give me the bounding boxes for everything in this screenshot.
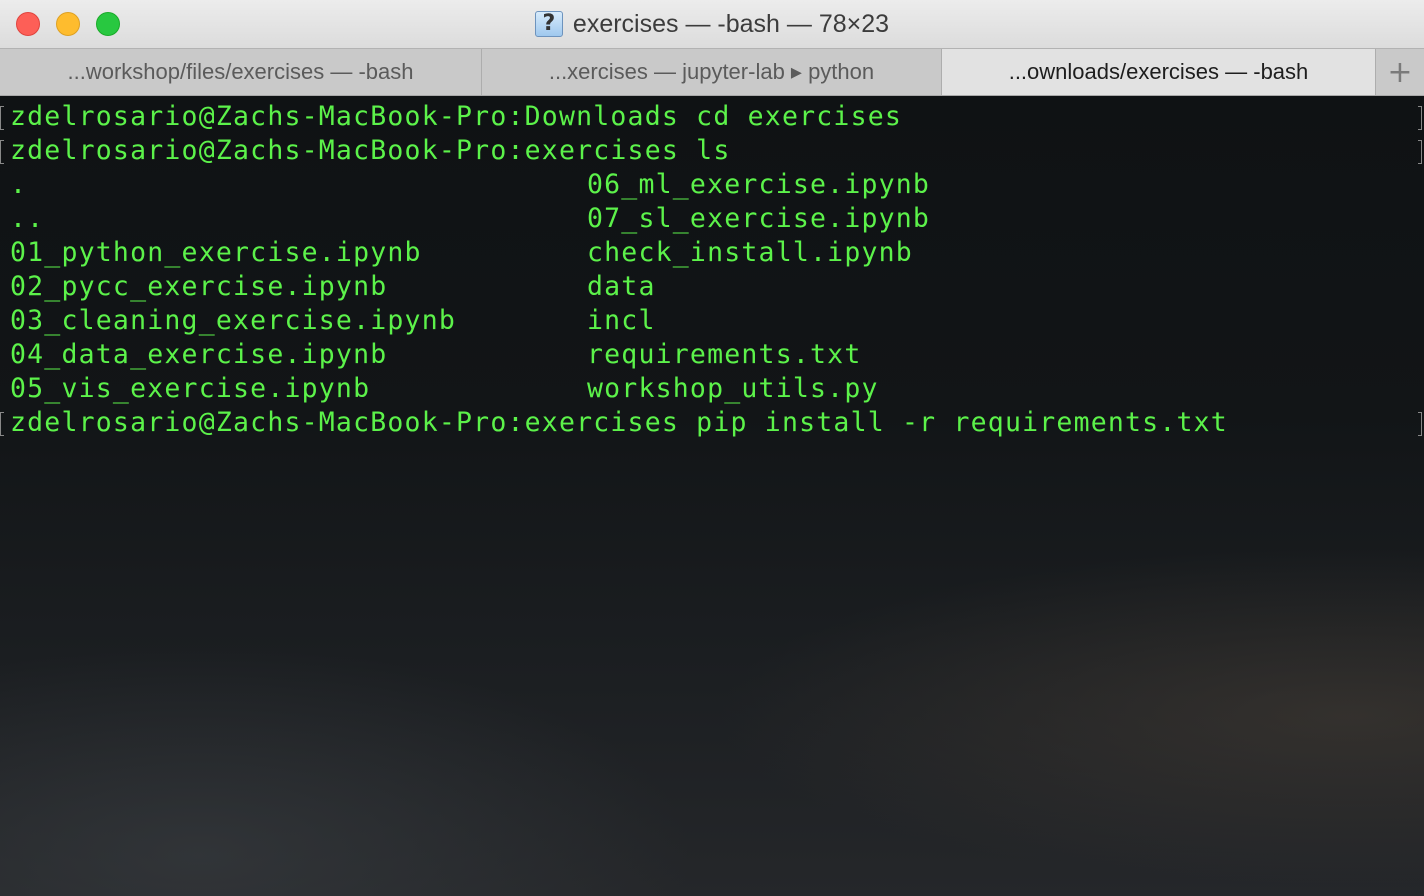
listing-item: data <box>587 271 656 302</box>
window-title: exercises — -bash — 78×23 <box>572 9 890 38</box>
listing-item: .. <box>10 203 45 234</box>
listing-item: 02_pycc_exercise.ipynb <box>10 271 388 302</box>
mark-bracket-right <box>1418 140 1422 164</box>
window-title-group: ? exercises — -bash — 78×23 <box>0 0 1424 48</box>
mark-bracket-right <box>1418 412 1422 436</box>
proxy-folder-icon[interactable]: ? <box>534 11 563 37</box>
listing-item: 04_data_exercise.ipynb <box>10 339 388 370</box>
title-bar[interactable]: ? exercises — -bash — 78×23 <box>0 0 1424 48</box>
listing-item: check_install.ipynb <box>587 237 913 268</box>
tab-jupyter-lab[interactable]: ...xercises — jupyter-lab ▸ python <box>482 49 942 95</box>
mark-bracket-left <box>0 106 4 130</box>
mark-bracket-left <box>0 140 4 164</box>
listing-item: . <box>10 169 28 200</box>
prompt-line: zdelrosario@Zachs-MacBook-Pro:Downloads … <box>10 101 903 132</box>
tab-downloads-exercises-active[interactable]: ...ownloads/exercises — -bash <box>942 49 1376 95</box>
terminal-content[interactable]: zdelrosario@Zachs-MacBook-Pro:Downloads … <box>0 96 1424 896</box>
tab-workshop-files-exercises[interactable]: ...workshop/files/exercises — -bash <box>0 49 482 95</box>
listing-item: 05_vis_exercise.ipynb <box>10 373 371 404</box>
prompt-line: zdelrosario@Zachs-MacBook-Pro:exercises … <box>10 135 731 166</box>
listing-item: 01_python_exercise.ipynb <box>10 237 422 268</box>
listing-item: 07_sl_exercise.ipynb <box>587 203 931 234</box>
mark-bracket-left <box>0 412 4 436</box>
terminal-window: ? exercises — -bash — 78×23 ...workshop/… <box>0 0 1424 896</box>
new-tab-button[interactable]: + <box>1376 49 1424 95</box>
mark-bracket-right <box>1418 106 1422 130</box>
prompt-line: zdelrosario@Zachs-MacBook-Pro:exercises … <box>10 407 1228 438</box>
listing-item: workshop_utils.py <box>587 373 879 404</box>
listing-item: 03_cleaning_exercise.ipynb <box>10 305 457 336</box>
listing-item: incl <box>587 305 656 336</box>
listing-item: 06_ml_exercise.ipynb <box>587 169 931 200</box>
listing-item: requirements.txt <box>587 339 862 370</box>
tab-bar: ...workshop/files/exercises — -bash ...x… <box>0 48 1424 96</box>
